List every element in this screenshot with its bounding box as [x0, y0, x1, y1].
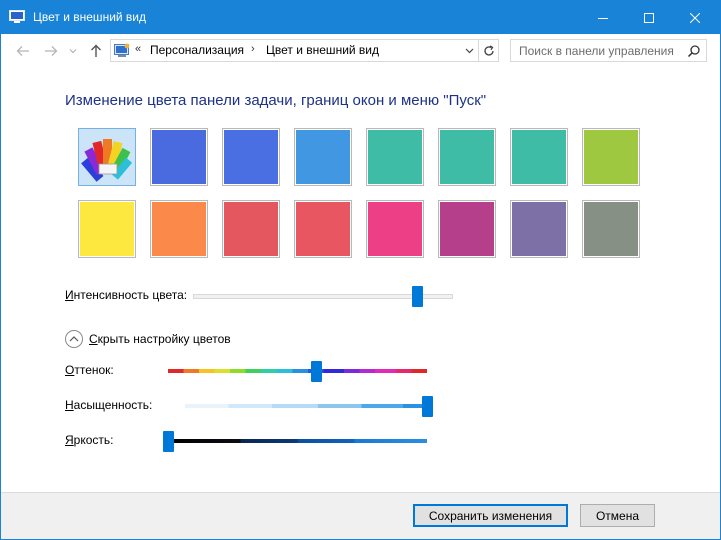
color-swatch[interactable] — [366, 128, 424, 186]
footer-bar: Сохранить изменения Отмена — [1, 492, 720, 539]
color-swatch[interactable] — [294, 128, 352, 186]
maximize-button[interactable] — [626, 1, 672, 34]
brightness-slider-thumb[interactable] — [163, 431, 174, 452]
color-swatch[interactable] — [222, 128, 280, 186]
color-swatch[interactable] — [366, 200, 424, 258]
window-title: Цвет и внешний вид — [33, 10, 147, 24]
swatch-fill — [368, 130, 422, 184]
hue-label: Оттенок: — [65, 363, 114, 377]
chevron-down-icon — [465, 48, 473, 53]
color-swatch[interactable] — [150, 200, 208, 258]
save-changes-button[interactable]: Сохранить изменения — [413, 504, 568, 527]
color-swatch[interactable] — [222, 200, 280, 258]
cancel-button[interactable]: Отмена — [580, 504, 655, 527]
intensity-label: Интенсивность цвета: — [65, 288, 188, 302]
color-swatch-automatic[interactable] — [78, 128, 136, 186]
chevron-up-icon — [69, 336, 79, 342]
breadcrumb-separator[interactable]: › — [251, 43, 255, 55]
forward-button[interactable] — [40, 40, 62, 62]
up-button[interactable] — [85, 40, 107, 62]
search-icon[interactable] — [687, 44, 701, 58]
swatch-fill — [80, 202, 134, 256]
color-swatch[interactable] — [510, 128, 568, 186]
swatch-fill — [512, 130, 566, 184]
saturation-slider-track[interactable] — [185, 404, 427, 408]
search-placeholder: Поиск в панели управления — [519, 44, 674, 58]
brightness-slider-track[interactable] — [168, 439, 427, 443]
swatch-fill — [440, 202, 494, 256]
recent-locations-button[interactable] — [66, 40, 80, 62]
saturation-slider-thumb[interactable] — [422, 396, 433, 417]
color-swatch[interactable] — [582, 128, 640, 186]
color-swatch[interactable] — [150, 128, 208, 186]
saturation-label: Насыщенность: — [65, 398, 153, 412]
breadcrumb-overflow[interactable]: « — [135, 43, 141, 55]
title-bar[interactable]: Цвет и внешний вид — [1, 1, 720, 34]
refresh-button[interactable] — [478, 40, 498, 61]
address-dropdown-button[interactable] — [461, 41, 477, 60]
chevron-down-icon — [69, 49, 77, 54]
color-swatch[interactable] — [510, 200, 568, 258]
maximize-icon — [644, 12, 654, 23]
search-input[interactable]: Поиск в панели управления — [510, 39, 707, 62]
hide-color-mixer-link[interactable]: Скрыть настройку цветов — [89, 332, 231, 346]
minimize-icon — [598, 17, 608, 19]
control-panel-icon — [114, 43, 130, 57]
color-swatch[interactable] — [78, 200, 136, 258]
arrow-right-icon — [45, 46, 58, 56]
swatch-fill — [224, 130, 278, 184]
swatch-fill — [584, 130, 638, 184]
hue-slider-thumb[interactable] — [310, 361, 322, 382]
swatch-fill — [512, 202, 566, 256]
color-swatch[interactable] — [294, 200, 352, 258]
page-title: Изменение цвета панели задачи, границ ок… — [65, 92, 487, 109]
refresh-icon — [483, 44, 494, 56]
swatch-fill — [152, 202, 206, 256]
swatch-fill — [224, 202, 278, 256]
swatch-fill — [152, 130, 206, 184]
breadcrumb-color-appearance[interactable]: Цвет и внешний вид — [266, 43, 379, 57]
hue-slider-track[interactable] — [168, 369, 427, 373]
arrow-left-icon — [16, 46, 29, 56]
swatch-fill — [584, 202, 638, 256]
brightness-label: Яркость: — [65, 433, 114, 447]
color-swatch[interactable] — [438, 200, 496, 258]
color-palette-icon — [81, 139, 133, 182]
navigation-bar: « Персонализация › Цвет и внешний вид По… — [1, 34, 720, 67]
minimize-button[interactable] — [580, 1, 626, 34]
swatch-fill — [296, 130, 350, 184]
back-button[interactable] — [12, 40, 34, 62]
collapse-toggle-button[interactable] — [65, 330, 83, 348]
color-swatch[interactable] — [438, 128, 496, 186]
intensity-slider-thumb[interactable] — [411, 286, 423, 307]
close-icon — [690, 12, 700, 23]
swatch-fill — [368, 202, 422, 256]
window: Цвет и внешний вид « Персонализация › Цв… — [0, 0, 721, 540]
arrow-up-icon — [91, 44, 101, 57]
address-bar[interactable]: « Персонализация › Цвет и внешний вид — [110, 39, 499, 62]
swatch-fill — [296, 202, 350, 256]
close-button[interactable] — [672, 1, 718, 34]
breadcrumb-personalization[interactable]: Персонализация — [150, 43, 244, 57]
swatch-fill — [440, 130, 494, 184]
color-swatch[interactable] — [582, 200, 640, 258]
app-icon — [9, 10, 25, 23]
